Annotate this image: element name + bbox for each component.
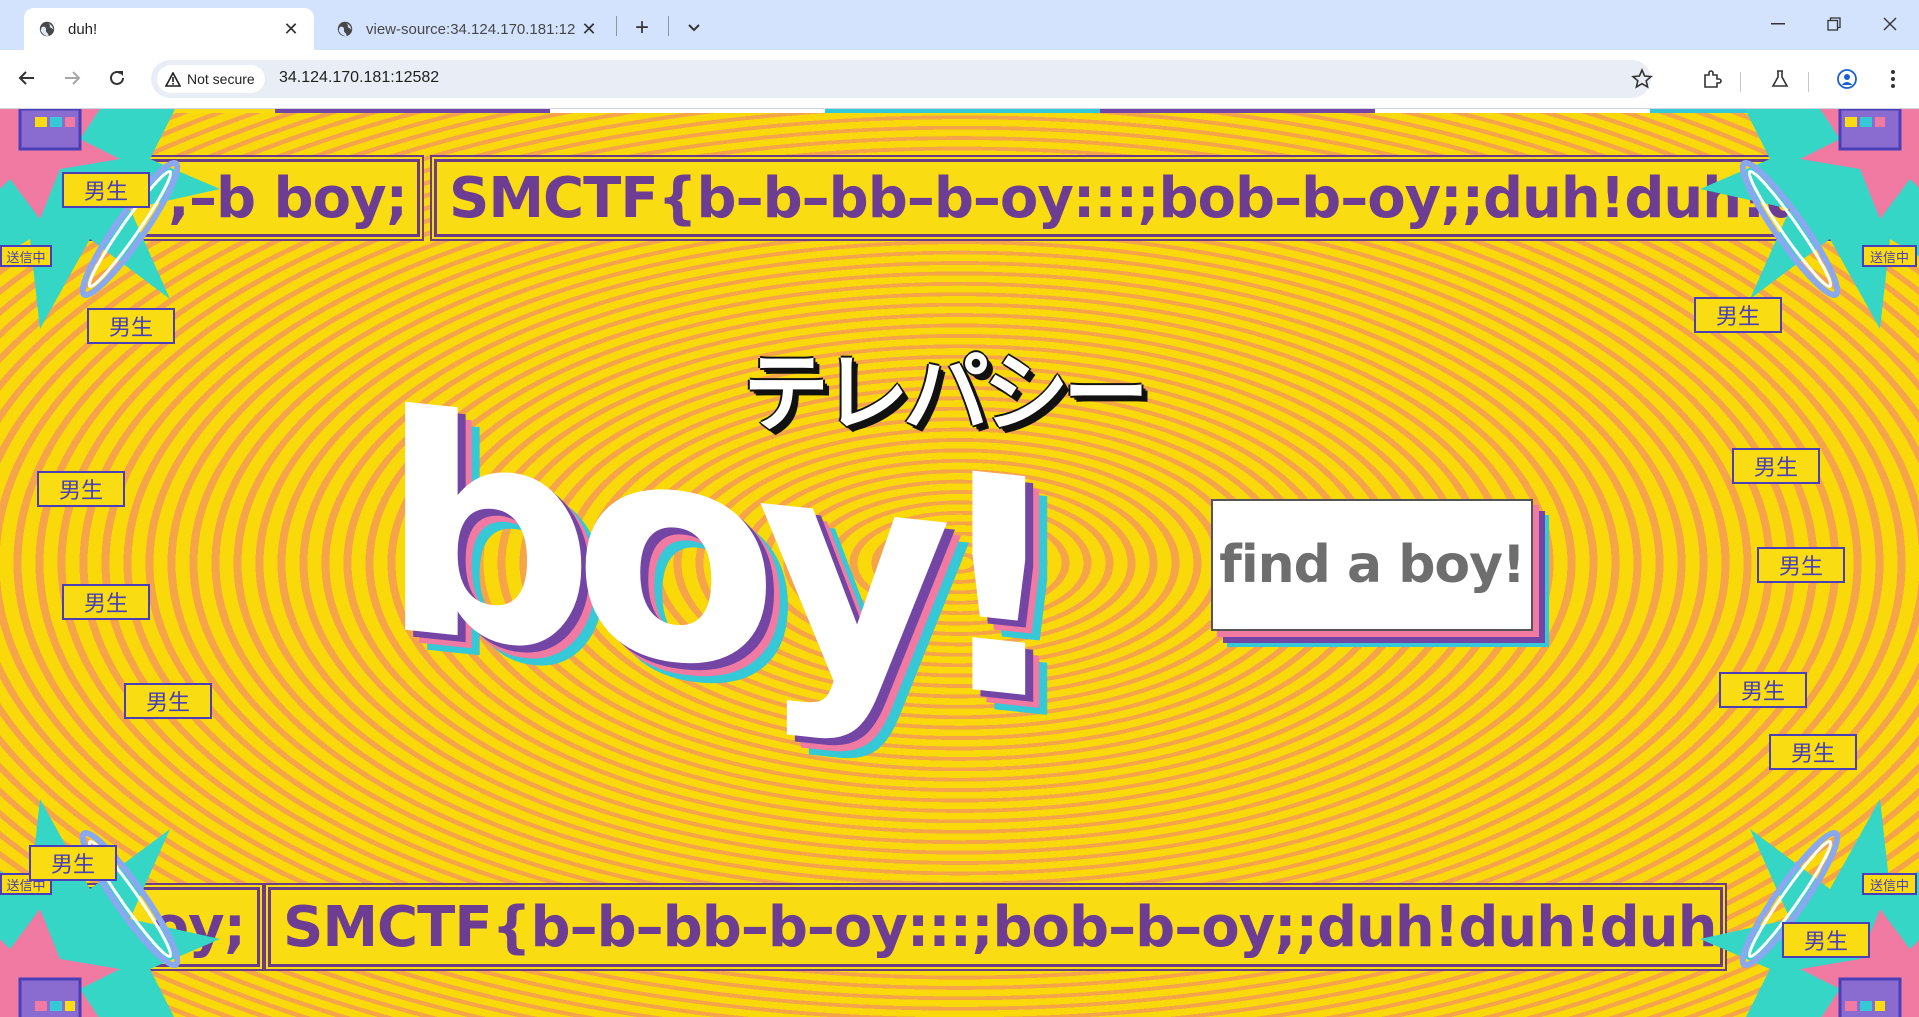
security-label: Not secure: [187, 71, 255, 87]
minimize-button[interactable]: [1750, 0, 1806, 48]
boy-tag: 男生: [62, 172, 150, 208]
boy-tag: 男生: [1757, 547, 1845, 583]
top-stripe: [825, 109, 1100, 113]
globe-icon: [39, 21, 55, 37]
boy-tag: 男生: [37, 471, 125, 507]
tab-divider: [616, 16, 617, 36]
boy-tag: 男生: [29, 845, 117, 881]
tab-title: view-source:34.124.170.181:125: [366, 20, 576, 38]
flag-text: SMCTF{b–b–bb–b–oy:::;bob–b–oy;;duh!duh!d…: [449, 165, 1864, 231]
boy-tag: 男生: [1769, 734, 1857, 770]
boy-tag: 男生: [1719, 672, 1807, 708]
reload-button[interactable]: [99, 60, 135, 96]
toolbar-divider: [1740, 72, 1741, 92]
tab-strip: duh! ✕ view-source:34.124.170.181:125 ✕ …: [0, 0, 1919, 50]
flag-marquee-bottom: SMCTF{b–b–bb–b–oy:::;bob–b–oy;;duh!duh!d…: [268, 887, 1723, 967]
tab-title: duh!: [68, 20, 98, 38]
puzzle-icon: [1704, 70, 1722, 88]
find-a-boy-button[interactable]: find a boy!: [1211, 499, 1533, 631]
sending-sticker: 送信中: [1862, 245, 1917, 267]
bookmark-star-icon[interactable]: [1631, 67, 1653, 94]
minimize-icon: [1771, 23, 1785, 25]
profile-button[interactable]: [1829, 61, 1865, 97]
tab-divider: [668, 16, 669, 36]
forward-button[interactable]: [54, 60, 90, 96]
restore-button[interactable]: [1806, 0, 1862, 48]
boy-tag: 男生: [62, 584, 150, 620]
more-vertical-icon: [1891, 70, 1895, 88]
tab-search-button[interactable]: [678, 12, 710, 44]
labs-button[interactable]: [1762, 61, 1798, 97]
hero-text: boy!: [380, 349, 1046, 768]
tab-duh[interactable]: duh! ✕: [24, 8, 314, 50]
toolbar-divider: [1808, 72, 1809, 92]
top-stripe: [1375, 109, 1650, 113]
account-icon: [1837, 69, 1857, 89]
top-stripe: [1100, 109, 1375, 113]
flask-icon: [1771, 70, 1789, 87]
new-tab-button[interactable]: +: [626, 12, 658, 44]
flag-text: SMCTF{b–b–bb–b–oy:::;bob–b–oy;;duh!duh!d…: [283, 894, 1720, 960]
boy-tag: 男生: [1782, 922, 1870, 958]
extensions-button[interactable]: [1694, 61, 1730, 97]
sending-sticker: 送信中: [1862, 873, 1917, 895]
back-button[interactable]: [9, 60, 45, 96]
arrow-right-icon: [65, 71, 81, 85]
close-window-button[interactable]: [1862, 0, 1918, 48]
security-chip[interactable]: Not secure: [157, 65, 265, 93]
boy-tag: 男生: [1732, 448, 1820, 484]
chevron-down-icon: [688, 24, 700, 32]
browser-toolbar: Not secure 34.124.170.181:12582: [0, 50, 1919, 109]
hero-boy: boy! boy! boy! boy!: [380, 349, 1067, 788]
menu-button[interactable]: [1875, 61, 1911, 97]
tab-view-source[interactable]: view-source:34.124.170.181:125 ✕: [322, 8, 612, 50]
page-viewport: ;–b boy; SMCTF{b–b–bb–b–oy:::;bob–b–oy;;…: [0, 109, 1919, 1017]
globe-icon: [337, 21, 353, 37]
top-stripe: [550, 109, 825, 113]
url-text[interactable]: 34.124.170.181:12582: [279, 69, 439, 87]
reload-icon: [110, 70, 124, 85]
boy-tag: 男生: [87, 308, 175, 344]
boy-tag: 男生: [1694, 297, 1782, 333]
warning-icon: [165, 71, 181, 87]
address-bar[interactable]: Not secure 34.124.170.181:12582: [151, 60, 1653, 98]
close-tab-icon[interactable]: ✕: [576, 16, 602, 42]
restore-icon: [1827, 17, 1841, 31]
arrow-left-icon: [18, 71, 34, 85]
top-stripe: [275, 109, 550, 113]
close-icon: [1883, 17, 1897, 31]
sending-sticker: 送信中: [0, 245, 52, 267]
flag-marquee-top: SMCTF{b–b–bb–b–oy:::;bob–b–oy;;duh!duh!d…: [434, 159, 1864, 237]
close-tab-icon[interactable]: ✕: [278, 16, 304, 42]
boy-tag: 男生: [124, 683, 212, 719]
